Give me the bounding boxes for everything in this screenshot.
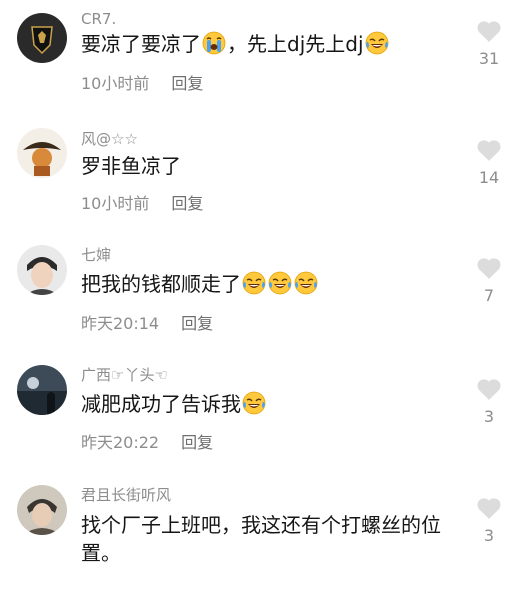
- comment-text-part: 减肥成功了告诉我: [81, 392, 241, 416]
- like-button[interactable]: 3: [472, 496, 506, 545]
- comment-item: 七婶 把我的钱都顺走了 昨天20:14 回复 7: [0, 240, 518, 360]
- like-button[interactable]: 3: [472, 377, 506, 426]
- comment-text: 要凉了要凉了 ，先上dj先上dj: [81, 30, 451, 58]
- reply-button[interactable]: 回复: [171, 194, 203, 213]
- username[interactable]: 风@☆☆: [81, 128, 138, 149]
- username[interactable]: 广西☞丫头☜: [81, 364, 168, 385]
- reply-button[interactable]: 回复: [171, 74, 203, 93]
- comment-text: 减肥成功了告诉我: [81, 390, 451, 418]
- comment-item: 风@☆☆ 罗非鱼凉了 10小时前 回复 14: [0, 120, 518, 240]
- reply-button[interactable]: 回复: [181, 433, 213, 452]
- rofl-face-emoji-icon: [294, 271, 318, 295]
- like-count: 14: [478, 168, 500, 187]
- rofl-face-emoji-icon: [268, 271, 292, 295]
- heart-icon: [476, 377, 502, 401]
- comment-item: CR7. 要凉了要凉了 ，先上dj先上dj 10小时前 回复 31: [0, 0, 518, 120]
- heart-icon: [476, 496, 502, 520]
- like-count: 7: [483, 286, 495, 305]
- comment-text: 把我的钱都顺走了: [81, 270, 451, 298]
- comment-text: 找个厂子上班吧，我这还有个打螺丝的位置。: [81, 513, 441, 565]
- heart-icon: [476, 138, 502, 162]
- avatar[interactable]: [17, 245, 67, 295]
- comment-meta: 10小时前 回复: [81, 70, 203, 94]
- avatar[interactable]: [17, 485, 67, 535]
- like-count: 3: [483, 407, 495, 426]
- comment-text-part: 要凉了要凉了: [81, 32, 201, 56]
- comment-text-part: 把我的钱都顺走了: [81, 272, 241, 296]
- heart-icon: [476, 19, 502, 43]
- like-count: 3: [483, 526, 495, 545]
- username[interactable]: 君且长街听风: [81, 484, 171, 505]
- timestamp: 10小时前: [81, 74, 150, 93]
- comment-meta: 昨天20:22 回复: [81, 429, 213, 453]
- heart-icon: [476, 256, 502, 280]
- avatar[interactable]: [17, 128, 67, 178]
- like-button[interactable]: 7: [472, 256, 506, 305]
- crying-face-emoji-icon: [202, 31, 226, 55]
- comment-item: 广西☞丫头☜ 减肥成功了告诉我 昨天20:22 回复 3: [0, 360, 518, 480]
- rofl-face-emoji-icon: [365, 31, 389, 55]
- avatar[interactable]: [17, 365, 67, 415]
- timestamp: 10小时前: [81, 194, 150, 213]
- avatar[interactable]: [17, 13, 67, 63]
- like-count: 31: [478, 49, 500, 68]
- comment-item: 君且长街听风 找个厂子上班吧，我这还有个打螺丝的位置。 3: [0, 480, 518, 600]
- username[interactable]: CR7.: [81, 10, 116, 28]
- username[interactable]: 七婶: [81, 244, 111, 265]
- comment-meta: 昨天20:14 回复: [81, 310, 213, 334]
- reply-button[interactable]: 回复: [181, 314, 213, 333]
- rofl-face-emoji-icon: [242, 271, 266, 295]
- timestamp: 昨天20:22: [81, 433, 160, 452]
- comment-meta: 10小时前 回复: [81, 190, 203, 214]
- comment-text-part: ，先上dj先上dj: [227, 32, 364, 56]
- like-button[interactable]: 14: [472, 138, 506, 187]
- rofl-face-emoji-icon: [242, 391, 266, 415]
- comment-text: 罗非鱼凉了: [81, 154, 181, 178]
- timestamp: 昨天20:14: [81, 314, 160, 333]
- like-button[interactable]: 31: [472, 19, 506, 68]
